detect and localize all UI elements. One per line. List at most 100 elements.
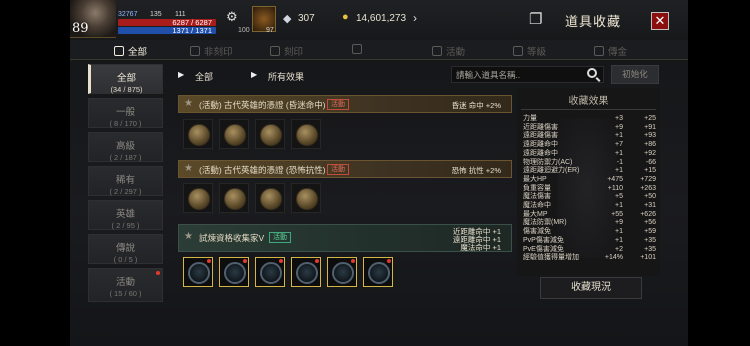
stat-name: 負重容量: [523, 184, 551, 192]
item-slot[interactable]: [255, 257, 285, 287]
right-letterbox: [688, 0, 750, 346]
notification-dot: [279, 259, 283, 263]
search-input[interactable]: [456, 69, 581, 81]
gold-amount: 14,601,273: [356, 13, 407, 24]
gold-coin-icon: ●: [342, 11, 349, 23]
tab-all-icon: [114, 46, 124, 56]
panel-header: 收藏效果: [568, 96, 609, 107]
tab-engrave[interactable]: 刻印: [270, 44, 303, 58]
category-all[interactable]: 全部 (34 / 875): [88, 64, 163, 94]
filter-effect[interactable]: 所有效果: [268, 70, 304, 83]
stat-total: +35: [644, 236, 656, 244]
item-slot[interactable]: [219, 183, 249, 213]
item-slot[interactable]: [291, 183, 321, 213]
stat-bonus: +5: [615, 193, 623, 201]
stat-bonus: +3: [615, 115, 623, 122]
item-slot[interactable]: [219, 257, 249, 287]
collection-row[interactable]: ★ 試煉資格收集家V 活動 近距離命中 +1 遠距離命中 +1 魔法命中 +1: [178, 224, 512, 252]
stat-bonus: +1: [615, 167, 623, 175]
category-count: ( 2 / 95 ): [111, 221, 140, 230]
coin-item-icon: [224, 188, 246, 210]
tab-non-engrave-icon: [190, 46, 200, 56]
tab-event[interactable]: 活動: [432, 44, 465, 58]
filter-grade[interactable]: 全部: [195, 70, 213, 83]
stat-bonus: +9: [615, 123, 623, 131]
collection-tag: 活動: [269, 232, 291, 243]
item-slot[interactable]: [255, 183, 285, 213]
item-slot[interactable]: [291, 257, 321, 287]
collection-status-button[interactable]: 收藏現況: [540, 277, 642, 299]
item-slot[interactable]: [363, 257, 393, 287]
tab-label: 傳金: [608, 47, 628, 58]
reset-button[interactable]: 初始化: [611, 65, 659, 84]
collection-row[interactable]: ★ (活動) 古代英雄的憑證 (昏迷命中) 活動 昏迷 命中 +2%: [178, 95, 512, 113]
gear-icon[interactable]: ⚙: [226, 10, 239, 23]
stat-row: 魔法防禦(MR) +9 +56: [523, 219, 656, 228]
caret-right-icon: ▶: [178, 70, 185, 79]
item-slot[interactable]: [183, 119, 213, 149]
stat-a: 32767: [118, 11, 138, 18]
tab-non-engrave[interactable]: 非刻印: [190, 44, 233, 58]
stat-c: 111: [175, 11, 186, 18]
stat-bonus: -1: [616, 158, 623, 166]
tab-headset[interactable]: [352, 44, 366, 54]
close-button[interactable]: ✕: [651, 12, 669, 30]
category-name: 英雄: [115, 209, 135, 220]
stat-row: 傷害減免 +1 +59: [523, 228, 656, 237]
item-slot[interactable]: [219, 119, 249, 149]
collection-name: (活動) 古代英雄的憑證 (恐怖抗性): [199, 165, 326, 175]
search-icon[interactable]: [587, 68, 597, 78]
tab-level[interactable]: 等級: [513, 44, 546, 58]
medal-item-icon: [368, 262, 390, 284]
stat-name: 力量: [523, 115, 537, 122]
medal-item-icon: [332, 262, 354, 284]
category-event[interactable]: 活動( 15 / 60 ): [88, 268, 163, 302]
stat-total: +56: [644, 219, 656, 227]
level-icon: [513, 46, 523, 56]
chevron-right-icon[interactable]: ›: [413, 11, 417, 25]
category-rare[interactable]: 稀有( 2 / 297 ): [88, 166, 163, 196]
notification-dot: [351, 259, 355, 263]
stat-row: 魔法傷害 +5 +50: [523, 193, 656, 202]
stat-bonus: +1: [615, 149, 623, 157]
collection-tag: 活動: [327, 99, 349, 110]
category-advanced[interactable]: 高級( 2 / 187 ): [88, 132, 163, 162]
item-slot[interactable]: [183, 183, 213, 213]
coin-item-icon: [188, 124, 210, 146]
notification-dot: [156, 271, 160, 275]
item-slot[interactable]: [255, 119, 285, 149]
category-normal[interactable]: 一般( 8 / 170 ): [88, 98, 163, 128]
stat-total: +59: [644, 228, 656, 236]
item-count: 97: [266, 27, 274, 34]
diamond-icon: ◆: [283, 13, 292, 25]
category-count: ( 8 / 170 ): [109, 119, 142, 128]
category-legend[interactable]: 傳說( 0 / 5 ): [88, 234, 163, 264]
tab-all[interactable]: 全部: [114, 44, 147, 58]
stat-d: 100: [238, 27, 250, 34]
stat-total: +92: [644, 149, 656, 157]
stat-row: 物理防禦力(AC) -1 -66: [523, 159, 656, 168]
stat-name: 物理防禦力(AC): [523, 158, 573, 166]
star-icon[interactable]: ★: [184, 98, 193, 109]
window-title: 道具收藏: [565, 14, 622, 29]
tab-label: 全部: [128, 47, 148, 58]
item-slot[interactable]: [291, 119, 321, 149]
category-name: 一般: [115, 107, 135, 118]
stat-total: -66: [645, 158, 656, 166]
mp-value: 1371 / 1371: [172, 26, 212, 35]
item-slot[interactable]: [183, 257, 213, 287]
star-icon[interactable]: ★: [184, 163, 193, 174]
stat-total: +31: [644, 202, 656, 209]
coin-item-icon: [296, 124, 318, 146]
star-icon[interactable]: ★: [184, 231, 193, 242]
category-count: ( 15 / 60 ): [109, 289, 142, 298]
stat-name: 最大HP: [523, 175, 547, 183]
collection-row[interactable]: ★ (活動) 古代英雄的憑證 (恐怖抗性) 活動 恐怖 抗性 +2%: [178, 160, 512, 178]
item-slot[interactable]: [327, 257, 357, 287]
item-search[interactable]: [451, 66, 604, 83]
collection-effects-panel: 收藏效果 力量 +3 +25 近距離傷害 +9 +91 遠距離傷害 +1 +93 遠距離命中 +7 +…: [517, 88, 660, 276]
category-count: (34 / 875): [110, 85, 143, 94]
tab-gold[interactable]: 傳金: [594, 44, 627, 58]
category-hero[interactable]: 英雄( 2 / 95 ): [88, 200, 163, 230]
stat-name: 傷害減免: [523, 228, 551, 236]
